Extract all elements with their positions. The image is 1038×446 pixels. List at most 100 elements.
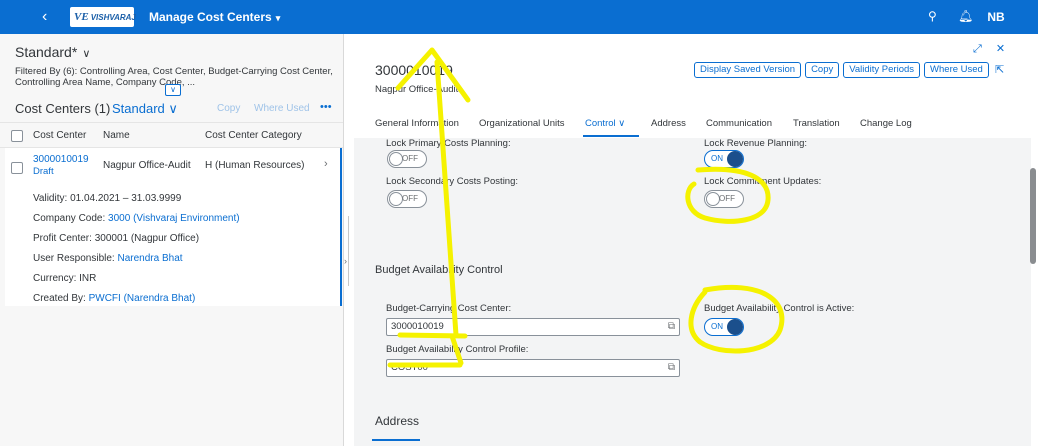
- lock-revenue-toggle[interactable]: ON: [704, 150, 744, 168]
- app-title[interactable]: Manage Cost Centers ▾: [149, 10, 280, 24]
- detail-label: Company Code:: [33, 213, 106, 224]
- where-used-button[interactable]: Where Used: [254, 103, 310, 114]
- toggle-knob: [727, 151, 743, 167]
- toggle-text: OFF: [402, 154, 418, 163]
- chevron-down-icon: ▾: [275, 13, 281, 23]
- tab-address[interactable]: Address: [651, 118, 686, 129]
- search-icon[interactable]: ⚲: [928, 9, 937, 23]
- fullscreen-icon[interactable]: ⤢: [973, 43, 982, 55]
- back-icon[interactable]: ‹: [42, 7, 47, 27]
- cost-center-category: H (Human Resources): [205, 160, 305, 171]
- table-header: Cost Center Name Cost Center Category: [0, 122, 343, 148]
- row-checkbox[interactable]: [11, 162, 23, 174]
- list-title: Cost Centers (1): [15, 101, 111, 116]
- toggle-text: OFF: [719, 194, 735, 203]
- tab-control[interactable]: Control ∨: [585, 118, 625, 129]
- collapse-header-button[interactable]: ∨: [165, 84, 181, 96]
- detail-link[interactable]: Narendra Bhat: [118, 253, 183, 264]
- control-tab-content: Lock Primary Costs Planning: OFF Lock Re…: [354, 138, 1031, 446]
- validity-periods-button[interactable]: Validity Periods: [843, 62, 921, 78]
- detail-label: User Responsible:: [33, 253, 115, 264]
- lock-secondary-label: Lock Secondary Costs Posting:: [386, 176, 519, 187]
- detail-link[interactable]: 3000 (Vishvaraj Environment): [108, 213, 240, 224]
- variant-name: Standard*: [15, 44, 78, 60]
- lock-commitment-toggle[interactable]: OFF: [704, 190, 744, 208]
- tab-change-log[interactable]: Change Log: [860, 118, 912, 129]
- toggle-knob: [727, 319, 743, 335]
- value-help-icon[interactable]: ⧉: [668, 360, 675, 376]
- detail-label: Currency:: [33, 273, 77, 284]
- detail-label: Created By:: [33, 293, 86, 304]
- toggle-knob: [706, 192, 720, 206]
- copy-button[interactable]: Copy: [217, 103, 240, 114]
- bac-profile-value: COST00: [391, 362, 428, 373]
- budget-cc-label: Budget-Carrying Cost Center:: [386, 303, 512, 314]
- bac-profile-label: Budget Availability Control Profile:: [386, 344, 529, 355]
- section-title: Budget Availability Control: [375, 264, 503, 276]
- lock-commitment-label: Lock Commitment Updates:: [704, 176, 822, 187]
- detail-link[interactable]: PWCFI (Narendra Bhat): [89, 293, 196, 304]
- object-subtitle: Nagpur Office-Audit: [375, 84, 459, 95]
- bac-active-label: Budget Availability Control is Active:: [704, 303, 855, 314]
- close-icon[interactable]: ✕: [996, 43, 1005, 55]
- cost-center-id[interactable]: 3000010019: [33, 154, 89, 165]
- value-help-icon[interactable]: ⧉: [668, 319, 675, 335]
- tab-translation[interactable]: Translation: [793, 118, 840, 129]
- list-variant-label: Standard: [112, 101, 165, 116]
- logo-word: VISHVARAJ: [90, 12, 136, 22]
- list-panel: Standard* ∨ Filtered By (6): Controlling…: [0, 34, 344, 446]
- bac-profile-input[interactable]: COST00 ⧉: [386, 359, 680, 377]
- detail-company-code: Company Code: 3000 (Vishvaraj Environmen…: [33, 213, 240, 224]
- tab-communication[interactable]: Communication: [706, 118, 772, 129]
- budget-cc-value: 3000010019: [391, 321, 444, 332]
- detail-panel: ⤢ ✕ 3000010019 Nagpur Office-Audit Displa…: [354, 34, 1038, 446]
- variant-selector[interactable]: Standard* ∨: [15, 44, 90, 60]
- detail-created-by: Created By: PWCFI (Narendra Bhat): [33, 293, 195, 304]
- budget-cc-input[interactable]: 3000010019 ⧉: [386, 318, 680, 336]
- detail-validity: Validity: 01.04.2021 – 31.03.9999: [33, 193, 181, 204]
- column-header[interactable]: Cost Center Category: [205, 130, 302, 141]
- toggle-text: ON: [711, 322, 723, 331]
- app-title-text: Manage Cost Centers: [149, 10, 272, 24]
- tab-general-information[interactable]: General Information: [375, 118, 459, 129]
- chevron-down-icon: ∨: [79, 48, 91, 60]
- detail-value: INR: [79, 273, 97, 284]
- lock-primary-toggle[interactable]: OFF: [387, 150, 427, 168]
- draft-status: Draft: [33, 166, 54, 177]
- table-row[interactable]: 3000010019 Draft Nagpur Office-Audit H (…: [5, 148, 342, 306]
- detail-profit-center: Profit Center: 300001 (Nagpur Office): [33, 233, 199, 244]
- display-saved-version-button[interactable]: Display Saved Version: [694, 62, 802, 78]
- chevron-right-icon[interactable]: ›: [324, 158, 328, 170]
- detail-label: Profit Center:: [33, 233, 92, 244]
- bac-active-toggle[interactable]: ON: [704, 318, 744, 336]
- chevron-down-icon: ∨: [618, 118, 626, 129]
- select-all-checkbox[interactable]: [11, 130, 23, 142]
- where-used-button[interactable]: Where Used: [924, 62, 989, 78]
- column-header[interactable]: Cost Center: [33, 130, 86, 141]
- lock-secondary-toggle[interactable]: OFF: [387, 190, 427, 208]
- user-avatar[interactable]: NB: [984, 6, 1008, 28]
- detail-user-responsible: User Responsible: Narendra Bhat: [33, 253, 183, 264]
- column-header[interactable]: Name: [103, 130, 130, 141]
- tab-control-label: Control: [585, 118, 616, 129]
- active-tab-indicator: [583, 135, 639, 137]
- splitter-arrow-icon[interactable]: ›: [344, 256, 347, 266]
- notification-bell-icon[interactable]: 🔔︎: [958, 9, 973, 23]
- list-variant-selector[interactable]: Standard ∨: [112, 101, 178, 117]
- lock-revenue-label: Lock Revenue Planning:: [704, 138, 807, 149]
- address-section-title: Address: [375, 414, 420, 428]
- toggle-knob: [389, 152, 403, 166]
- copy-button[interactable]: Copy: [805, 62, 840, 78]
- lock-primary-label: Lock Primary Costs Planning:: [386, 138, 511, 149]
- list-toolbar: Cost Centers (1) Standard ∨ Copy Where U…: [15, 100, 335, 120]
- logo-mark: VE: [74, 11, 89, 23]
- more-options-icon[interactable]: •••: [320, 101, 332, 113]
- detail-value: 01.04.2021 – 31.03.9999: [70, 193, 182, 204]
- open-external-icon[interactable]: ⇱: [995, 63, 1004, 76]
- splitter[interactable]: ›: [344, 34, 354, 446]
- detail-currency: Currency: INR: [33, 273, 96, 284]
- company-logo[interactable]: VE VISHVARAJ: [70, 7, 136, 27]
- scrollbar[interactable]: [1030, 168, 1036, 264]
- detail-value: 300001 (Nagpur Office): [94, 233, 200, 244]
- tab-organizational-units[interactable]: Organizational Units: [479, 118, 565, 129]
